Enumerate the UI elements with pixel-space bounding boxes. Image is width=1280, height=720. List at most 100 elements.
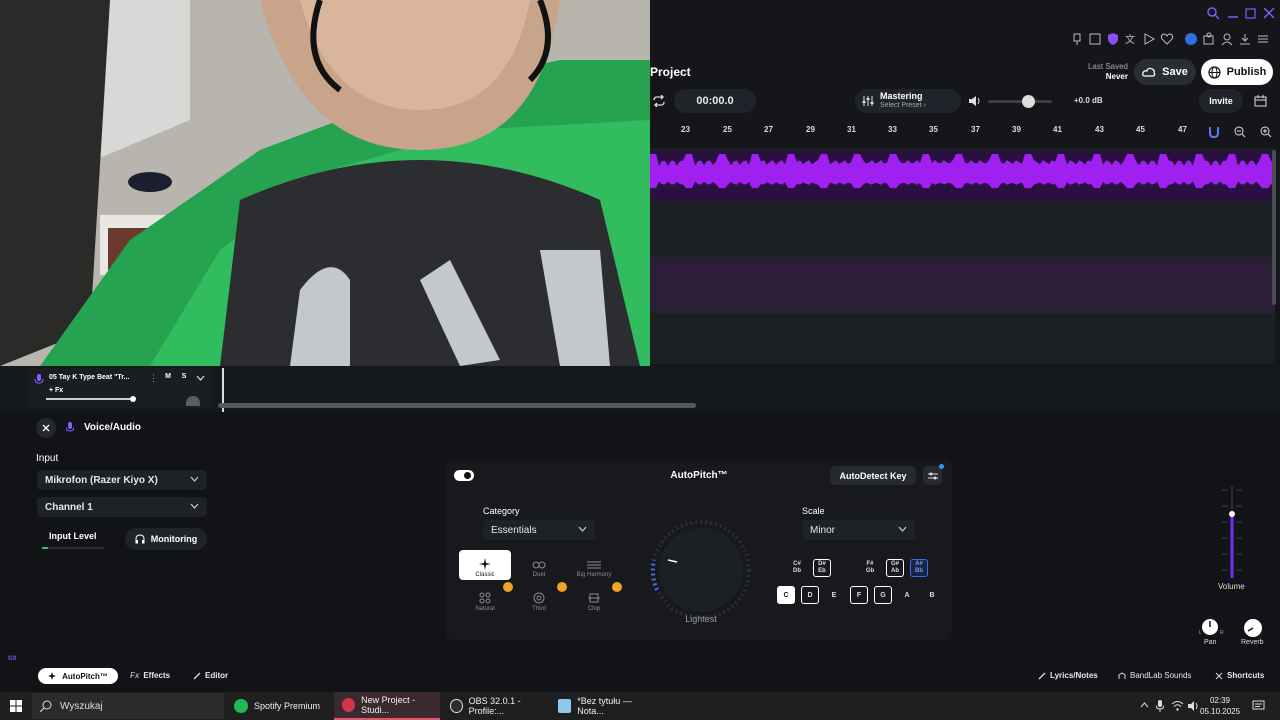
master-volume-handle[interactable] — [1021, 95, 1035, 108]
add-fx-button[interactable]: + Fx — [49, 387, 63, 394]
input-device-select[interactable]: Mikrofon (Razer Kiyo X) — [37, 470, 207, 490]
tab-label: AutoPitch™ — [62, 671, 108, 681]
key-b[interactable]: B — [923, 586, 941, 604]
tab-editor[interactable]: Editor — [193, 671, 228, 680]
taskbar-app-notepad[interactable]: *Bez tytułu — Nota... — [550, 692, 656, 720]
category-select[interactable]: Essentials — [483, 520, 595, 540]
volume-fader-handle[interactable] — [1229, 511, 1235, 517]
preset-big-harmony[interactable]: Big Harmony — [568, 550, 620, 580]
project-title[interactable]: Project — [650, 65, 691, 79]
pin-icon[interactable] — [1070, 32, 1084, 46]
key-e[interactable]: E — [825, 586, 843, 604]
puzzle-icon[interactable] — [1202, 32, 1216, 46]
key-a-sharp[interactable]: A# Bb — [910, 559, 928, 577]
track-volume-slider[interactable] — [46, 398, 134, 400]
screenshot-icon[interactable] — [1088, 32, 1102, 46]
vertical-scrollbar[interactable] — [1272, 150, 1276, 305]
chevron-up-icon[interactable] — [1140, 702, 1149, 708]
key-f-sharp[interactable]: F# Gb — [861, 559, 879, 577]
taskbar-app-obs[interactable]: OBS 32.0.1 - Profile:... — [442, 692, 548, 720]
snap-magnet-icon[interactable] — [1208, 126, 1220, 138]
key-c[interactable]: C — [777, 586, 795, 604]
taskbar-clock[interactable]: 02:39 05.10.2025 — [1200, 695, 1240, 717]
play-icon[interactable] — [1142, 32, 1156, 46]
profile-icon[interactable] — [1220, 32, 1234, 46]
mute-button[interactable]: M — [162, 373, 174, 380]
webcam-preview — [0, 0, 650, 366]
channel-select[interactable]: Channel 1 — [37, 497, 207, 517]
taskbar-app-studio[interactable]: New Project - Studi... — [334, 692, 440, 720]
track-pan-knob[interactable] — [186, 396, 200, 406]
download-icon[interactable] — [1238, 32, 1252, 46]
timeline-ruler[interactable]: 23 25 27 29 31 33 35 37 39 41 43 45 47 — [650, 122, 1280, 140]
zoom-in-icon[interactable] — [1260, 126, 1272, 138]
master-volume-slider[interactable] — [988, 100, 1052, 103]
invite-button[interactable]: Invite — [1199, 89, 1243, 113]
notifications-icon[interactable] — [1252, 700, 1265, 712]
publish-button[interactable]: Publish — [1201, 59, 1273, 85]
recording-lane[interactable] — [650, 258, 1275, 312]
track-header[interactable]: 05 Tay K Type Beat "Tr... ⋮ M S + Fx — [28, 368, 212, 408]
windows-start-icon[interactable] — [10, 700, 22, 712]
tab-label: Effects — [143, 671, 171, 680]
shield-icon[interactable] — [1106, 32, 1120, 46]
taskbar-app-label: New Project - Studi... — [361, 695, 416, 715]
key-c-sharp[interactable]: C# Db — [788, 559, 806, 577]
tab-label: Editor — [205, 671, 229, 680]
menu-icon[interactable] — [1256, 32, 1270, 46]
close-panel-button[interactable] — [36, 418, 56, 438]
key-d[interactable]: D — [801, 586, 819, 604]
scale-select[interactable]: Minor — [802, 520, 915, 540]
taskbar-search[interactable]: Wyszukaj — [32, 693, 224, 719]
extension-blue-icon[interactable] — [1184, 32, 1198, 46]
translate-icon[interactable]: 文 — [1124, 32, 1138, 46]
reverb-knob[interactable] — [1244, 619, 1262, 637]
input-level-label: Input Level — [49, 531, 97, 541]
pan-knob[interactable] — [1202, 619, 1218, 635]
tab-autopitch[interactable]: AutoPitch™ — [38, 668, 118, 684]
taskbar-app-spotify[interactable]: Spotify Premium — [226, 692, 330, 720]
solo-button[interactable]: S — [178, 373, 190, 380]
amount-knob[interactable] — [648, 520, 754, 626]
loop-icon[interactable] — [652, 95, 666, 107]
autodetect-key-button[interactable]: AutoDetect Key — [830, 466, 916, 485]
ruler-tick: 39 — [1012, 125, 1021, 134]
search-icon[interactable] — [1206, 6, 1220, 20]
volume-fader-scale — [1218, 486, 1246, 586]
obs-icon — [450, 699, 463, 713]
tab-effects[interactable]: Fx Effects — [130, 671, 170, 680]
speaker-icon[interactable] — [968, 95, 982, 107]
mastering-preset-button[interactable]: Mastering Select Preset › — [855, 89, 961, 113]
zoom-out-icon[interactable] — [1234, 126, 1246, 138]
gx-icon: GX — [8, 656, 17, 662]
key-g[interactable]: G — [874, 586, 892, 604]
volume-tray-icon[interactable] — [1187, 700, 1200, 712]
wifi-icon[interactable] — [1171, 700, 1184, 711]
track-menu-icon[interactable]: ⋮ — [149, 373, 158, 384]
lyrics-notes-button[interactable]: Lyrics/Notes — [1038, 671, 1098, 680]
chevron-down-icon[interactable] — [196, 375, 205, 381]
track-volume-handle[interactable] — [130, 396, 136, 402]
key-a[interactable]: A — [898, 586, 916, 604]
scale-value: Minor — [810, 524, 836, 536]
key-f[interactable]: F — [850, 586, 868, 604]
autopitch-settings-button[interactable] — [923, 466, 942, 485]
close-window-icon[interactable] — [1262, 6, 1276, 20]
preset-duet[interactable]: Duet — [513, 550, 565, 580]
horizontal-scrollbar[interactable] — [218, 403, 696, 408]
ruler-tick: 41 — [1053, 125, 1062, 134]
save-button[interactable]: Save — [1134, 59, 1196, 85]
audio-clip-waveform[interactable] — [650, 148, 1275, 204]
key-g-sharp[interactable]: G# Ab — [886, 559, 904, 577]
bandlab-sounds-button[interactable]: BandLab Sounds — [1118, 671, 1191, 680]
restore-icon[interactable] — [1244, 6, 1258, 20]
monitoring-button[interactable]: Monitoring — [125, 528, 207, 550]
shortcuts-button[interactable]: Shortcuts — [1215, 671, 1264, 680]
heart-icon[interactable] — [1160, 32, 1174, 46]
key-d-sharp[interactable]: D# Eb — [813, 559, 831, 577]
calendar-icon[interactable] — [1254, 95, 1267, 107]
microphone-tray-icon[interactable] — [1156, 700, 1164, 712]
track-name[interactable]: 05 Tay K Type Beat "Tr... — [49, 374, 149, 381]
minimize-icon[interactable] — [1226, 6, 1240, 20]
preset-classic[interactable]: Classic — [459, 550, 511, 580]
